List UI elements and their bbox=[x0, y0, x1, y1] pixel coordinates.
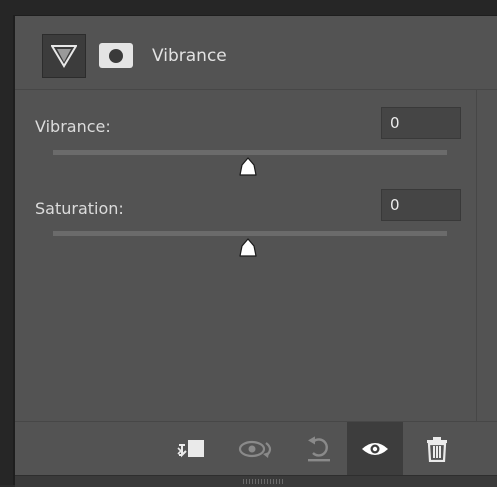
properties-panel: Vibrance Vibrance: 0 Saturation: 0 bbox=[13, 15, 497, 487]
vibrance-value-field[interactable]: 0 bbox=[381, 107, 461, 139]
vibrance-slider-thumb[interactable] bbox=[236, 157, 260, 177]
saturation-slider-track[interactable] bbox=[53, 231, 447, 236]
resize-strip[interactable] bbox=[15, 475, 497, 487]
view-previous-state-button[interactable] bbox=[235, 422, 281, 476]
vibrance-triangle-icon[interactable] bbox=[42, 34, 86, 78]
layer-mask-icon[interactable] bbox=[99, 43, 133, 68]
panel-toolbar bbox=[15, 421, 497, 476]
reset-icon bbox=[308, 436, 330, 462]
delete-button[interactable] bbox=[414, 422, 460, 476]
clip-to-layer-button[interactable] bbox=[168, 422, 214, 476]
trash-icon bbox=[427, 437, 447, 462]
scroll-edge bbox=[476, 90, 477, 421]
toggle-visibility-button[interactable] bbox=[347, 422, 403, 476]
panel-header: Vibrance bbox=[15, 16, 497, 90]
panel-title: Vibrance bbox=[152, 46, 227, 66]
resize-grip-icon[interactable] bbox=[243, 479, 283, 484]
saturation-label: Saturation: bbox=[35, 199, 124, 218]
saturation-slider-thumb[interactable] bbox=[236, 238, 260, 258]
reset-button[interactable] bbox=[296, 422, 342, 476]
vibrance-label: Vibrance: bbox=[35, 117, 111, 136]
view-previous-state-icon bbox=[238, 440, 272, 458]
vibrance-slider-track[interactable] bbox=[53, 150, 447, 155]
toggle-visibility-icon bbox=[362, 443, 388, 455]
clip-to-layer-icon bbox=[177, 440, 204, 458]
saturation-value-field[interactable]: 0 bbox=[381, 189, 461, 221]
